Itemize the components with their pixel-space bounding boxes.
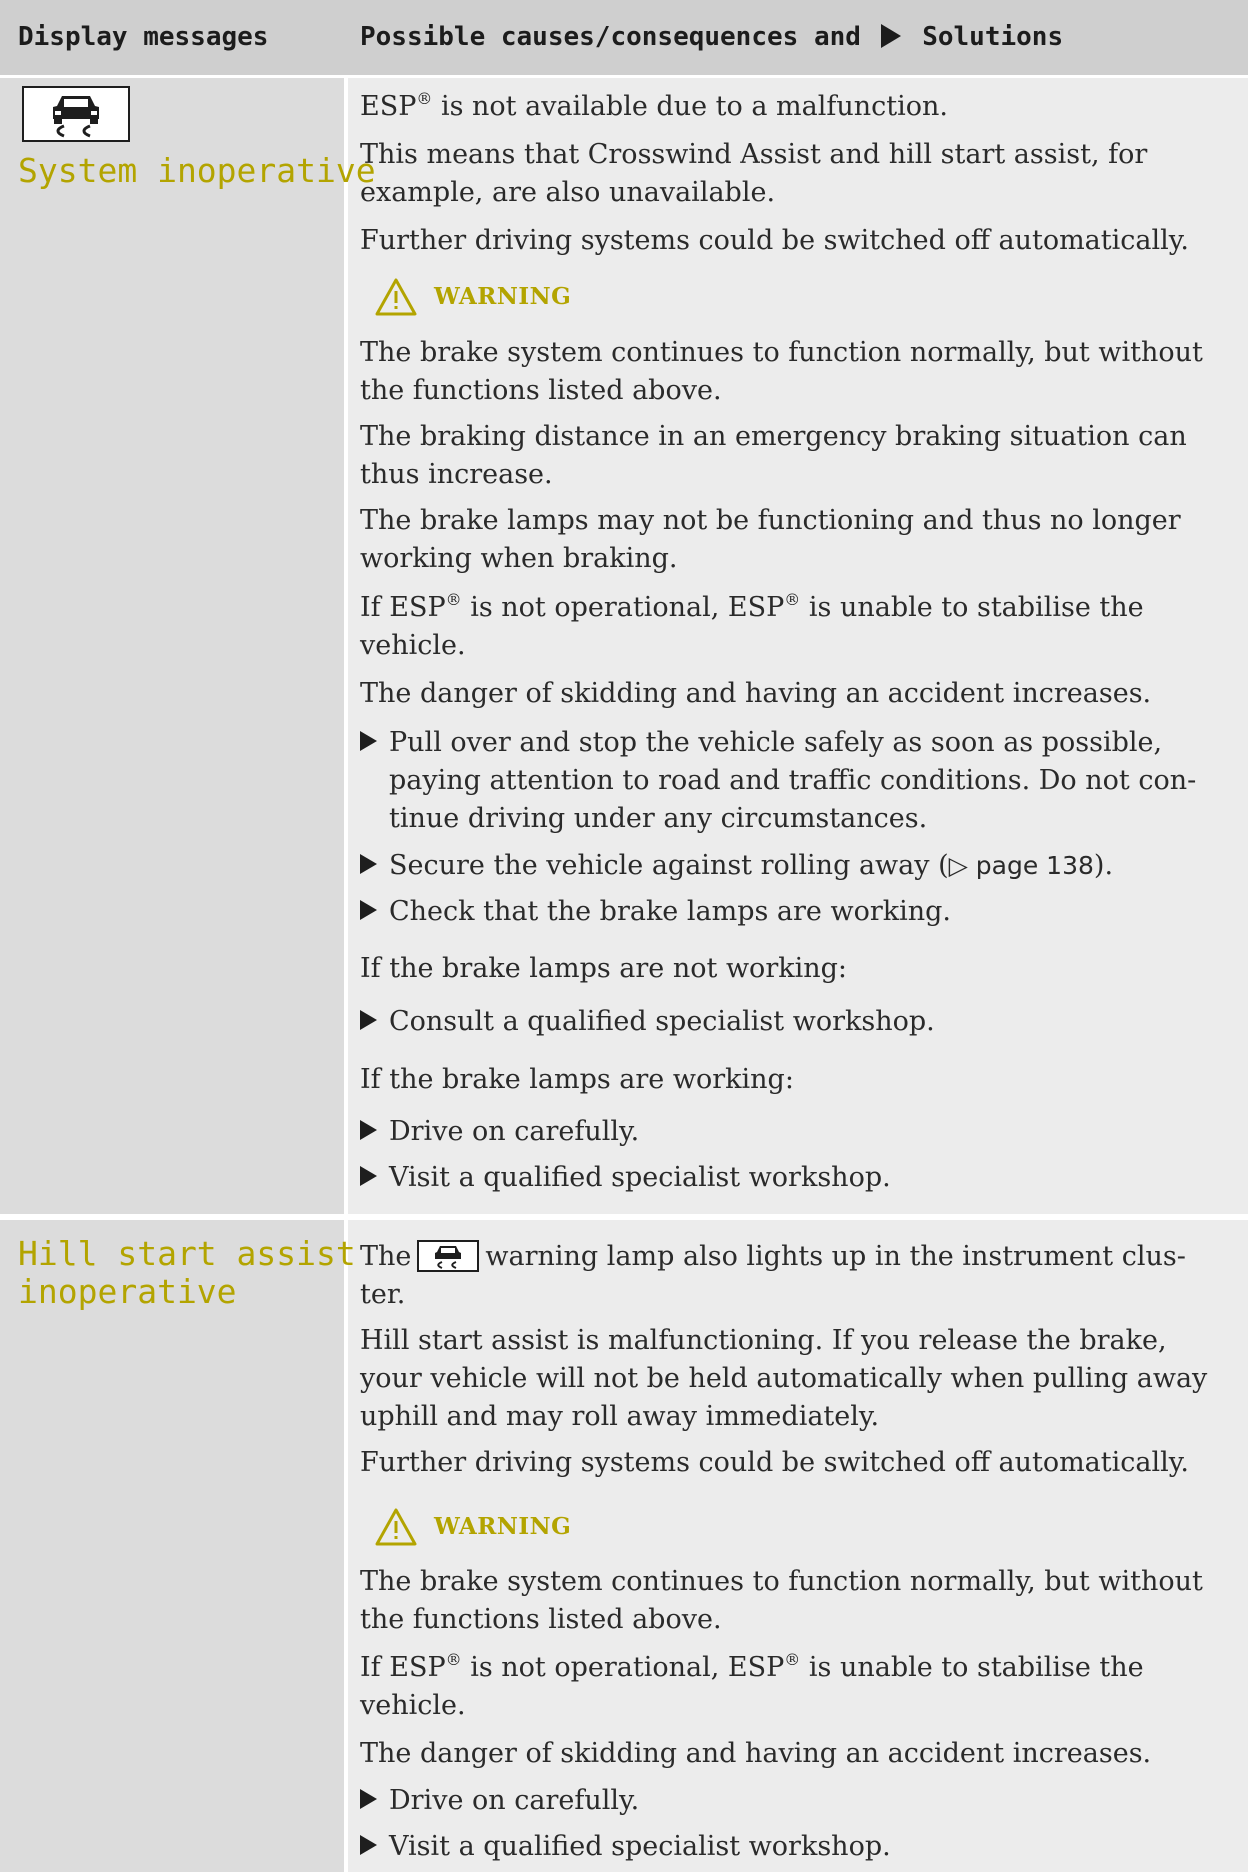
- warning-line: vehicle.: [360, 630, 466, 661]
- warning-line: The brake system continues to function n…: [360, 1566, 1203, 1597]
- text-run: is not operational, ESP: [461, 592, 785, 623]
- warning-label: WARNING: [434, 1513, 572, 1540]
- step-line: Check that the brake lamps are working.: [389, 896, 952, 927]
- header-display-messages: Display messages: [18, 22, 269, 52]
- text-run: is not operational, ESP: [461, 1652, 785, 1683]
- warning-line: The brake system continues to function n…: [360, 337, 1203, 368]
- paragraph: ESP® is not available due to a malfuncti…: [360, 88, 1240, 126]
- column-divider: [344, 0, 348, 1872]
- esp-skid-warning-icon: [22, 86, 130, 142]
- warning-line: the functions listed above.: [360, 375, 722, 406]
- warning-line: The braking distance in an emergency bra…: [360, 421, 1187, 452]
- display-message-system-inoperative: System inoperative: [18, 151, 376, 190]
- display-message-hill-start-assist: Hill start assist: [18, 1234, 356, 1273]
- text-run: If ESP: [360, 592, 446, 623]
- warning-line: The danger of skidding and having an acc…: [360, 1738, 1152, 1769]
- display-messages-column: [0, 0, 346, 1872]
- bullet-arrow-icon: [360, 854, 377, 874]
- step-line: Drive on carefully.: [389, 1116, 640, 1147]
- bullet-arrow-icon: [360, 1120, 377, 1140]
- warning-line: working when braking.: [360, 543, 678, 574]
- warning-line: If ESP® is not operational, ESP® is unab…: [360, 1649, 1240, 1687]
- table-header: Display messages Possible causes/consequ…: [0, 0, 1248, 78]
- text-run: warning lamp also lights up in the instr…: [485, 1241, 1186, 1272]
- step-line: Drive on carefully.: [389, 1785, 640, 1816]
- warning-line: vehicle.: [360, 1690, 466, 1721]
- warning-line: The danger of skidding and having an acc…: [360, 678, 1152, 709]
- bullet-arrow-icon: [360, 731, 377, 751]
- warning-triangle-icon: [375, 278, 417, 316]
- step-line: tinue driving under any circumstances.: [389, 803, 928, 834]
- registered-mark: ®: [416, 89, 433, 108]
- text-run: Secure the vehicle against rolling away …: [389, 850, 949, 881]
- warning-triangle-icon: [375, 1508, 417, 1546]
- text-run: If ESP: [360, 1652, 446, 1683]
- warning-line: The brake lamps may not be functioning a…: [360, 505, 1181, 536]
- text-run: is not available due to a malfunction.: [432, 91, 948, 122]
- warning-line: thus increase.: [360, 459, 553, 490]
- text-run: ).: [1093, 850, 1114, 881]
- paragraph-line: your vehicle will not be held automatica…: [360, 1363, 1208, 1394]
- bullet-arrow-icon: [360, 1010, 377, 1030]
- display-message-hill-start-assist-line2: inoperative: [18, 1272, 237, 1311]
- registered-mark: ®: [784, 590, 801, 609]
- step-line: paying attention to road and traffic con…: [389, 765, 1197, 796]
- text-run: is unable to stabilise the: [800, 1652, 1144, 1683]
- bullet-arrow-icon: [360, 1166, 377, 1186]
- step-line: Secure the vehicle against rolling away …: [389, 847, 1239, 885]
- paragraph-line: Hill start assist is malfunctioning. If …: [360, 1325, 1167, 1356]
- esp-skid-warning-icon: [417, 1240, 480, 1272]
- bullet-arrow-icon: [360, 1789, 377, 1809]
- play-arrow-icon: [880, 24, 901, 48]
- paragraph-line: The warning lamp also lights up in the in…: [360, 1238, 1240, 1276]
- text-esp: ESP: [360, 91, 417, 122]
- step-line: Visit a qualified specialist workshop.: [389, 1831, 891, 1862]
- registered-mark: ®: [445, 590, 462, 609]
- step-line: Consult a qualified specialist workshop.: [389, 1006, 935, 1037]
- page-reference-link[interactable]: ▷ page 138: [949, 851, 1094, 880]
- warning-label: WARNING: [434, 283, 572, 310]
- header-causes-prefix: Possible causes/consequences and: [360, 22, 861, 52]
- text-run: The: [360, 1241, 412, 1272]
- paragraph-line: This means that Crosswind Assist and hil…: [360, 139, 1148, 170]
- manual-page: Display messages Possible causes/consequ…: [0, 0, 1248, 1872]
- row-divider: [0, 1214, 1248, 1220]
- header-causes-solutions: Possible causes/consequences and Solutio…: [360, 22, 1063, 52]
- step-line: Visit a qualified specialist workshop.: [389, 1162, 891, 1193]
- paragraph-line: ter.: [360, 1279, 406, 1310]
- warning-line: the functions listed above.: [360, 1604, 722, 1635]
- warning-line: If ESP® is not operational, ESP® is unab…: [360, 589, 1240, 627]
- bullet-arrow-icon: [360, 900, 377, 920]
- paragraph-line: Further driving systems could be switche…: [360, 225, 1189, 256]
- condition-line: If the brake lamps are not working:: [360, 953, 847, 984]
- registered-mark: ®: [445, 1650, 462, 1669]
- bullet-arrow-icon: [360, 1835, 377, 1855]
- step-line: Pull over and stop the vehicle safely as…: [389, 727, 1163, 758]
- paragraph-line: Further driving systems could be switche…: [360, 1447, 1189, 1478]
- paragraph-line: example, are also unavailable.: [360, 177, 776, 208]
- header-solutions: Solutions: [922, 22, 1064, 52]
- text-run: is unable to stabilise the: [800, 592, 1144, 623]
- registered-mark: ®: [784, 1650, 801, 1669]
- condition-line: If the brake lamps are working:: [360, 1064, 794, 1095]
- paragraph-line: uphill and may roll away immediately.: [360, 1401, 880, 1432]
